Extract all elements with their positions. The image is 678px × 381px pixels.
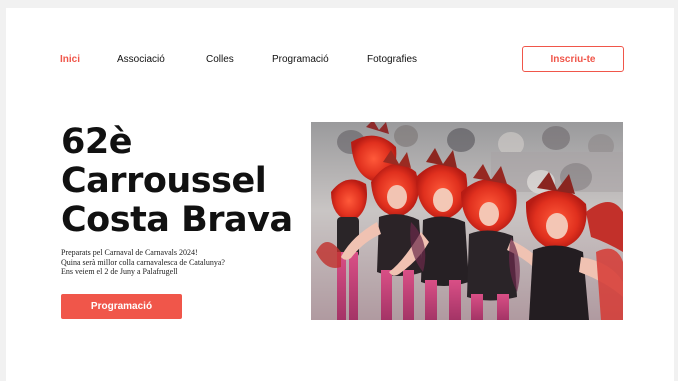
nav-link-programacio[interactable]: Programació [272, 53, 329, 67]
page-card: Inici Associació Colles Programació Foto… [6, 8, 674, 381]
nav-link-inici[interactable]: Inici [60, 53, 80, 67]
programacio-button[interactable]: Programació [61, 294, 182, 319]
hero-intro-line: Preparats pel Carnaval de Carnavals 2024… [61, 248, 198, 257]
nav-link-colles[interactable]: Colles [206, 53, 234, 67]
hero-title-line: Costa Brava [61, 200, 293, 240]
signup-button[interactable]: Inscriu-te [522, 46, 624, 72]
hero-intro-line: Ens veiem el 2 de Juny a Palafrugell [61, 267, 178, 276]
nav-link-fotografies[interactable]: Fotografies [367, 53, 417, 67]
nav-link-associacio[interactable]: Associació [117, 53, 165, 67]
carnival-dancers-photo [311, 122, 623, 320]
hero-intro-line: Quina serà millor colla carnavalesca de … [61, 257, 225, 267]
hero-intro-text: Preparats pel Carnaval de Carnavals 2024… [61, 248, 225, 277]
hero-title-line: 62è [61, 122, 132, 162]
hero-title-line: Carroussel [61, 161, 267, 201]
hero-title: 62è Carroussel Costa Brava [61, 123, 293, 240]
hero-photo [311, 122, 623, 320]
